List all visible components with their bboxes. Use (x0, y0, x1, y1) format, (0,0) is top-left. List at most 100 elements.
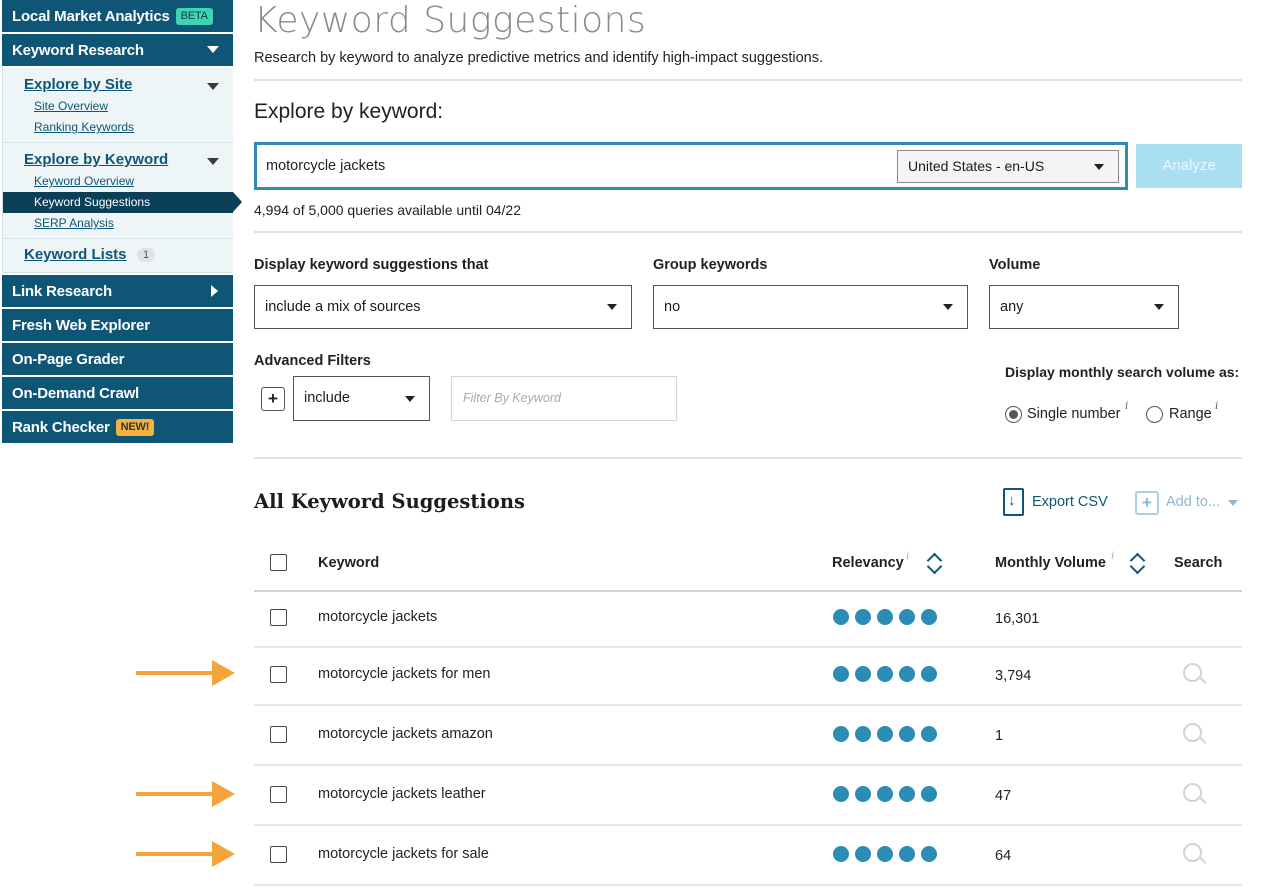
relevancy-dots (833, 666, 937, 682)
nav-label: On-Demand Crawl (12, 384, 140, 402)
table-row: motorcycle jackets leather 47 (254, 766, 1242, 826)
table-row: motorcycle jackets for sale 64 (254, 826, 1242, 886)
relevancy-dot (921, 666, 937, 682)
explore-by-keyword-link[interactable]: Explore by Keyword (3, 149, 168, 171)
nav-keyword-research[interactable]: Keyword Research (2, 34, 233, 66)
export-csv-icon[interactable] (1003, 488, 1024, 516)
export-csv-button[interactable]: Export CSV (1032, 494, 1108, 510)
search-icon[interactable] (1183, 723, 1207, 747)
volume-cell: 16,301 (995, 611, 1040, 627)
advanced-filters-label: Advanced Filters (254, 353, 371, 369)
volume-cell: 47 (995, 788, 1012, 804)
nav-fresh-web-explorer[interactable]: Fresh Web Explorer (2, 309, 233, 341)
explore-by-site-group: Explore by Site Site Overview Ranking Ke… (3, 68, 233, 143)
volume-label: Volume (989, 257, 1041, 273)
row-checkbox[interactable] (270, 786, 287, 803)
sort-relevancy-icon[interactable] (927, 552, 941, 574)
sidebar: Local Market Analytics BETA Keyword Rese… (2, 0, 242, 445)
group-keywords-label: Group keywords (653, 257, 768, 273)
highlight-arrow (136, 781, 235, 807)
info-icon[interactable]: i (906, 551, 909, 562)
keyword-lists-link[interactable]: Keyword Lists (3, 244, 127, 266)
keyword-suggestions-link[interactable]: Keyword Suggestions (3, 192, 242, 213)
add-icon[interactable]: + (1135, 491, 1159, 515)
nav-label: Link Research (12, 282, 112, 300)
keyword-cell: motorcycle jackets for men (318, 666, 491, 682)
new-badge: NEW! (115, 418, 155, 436)
add-filter-button[interactable]: + (261, 387, 285, 411)
relevancy-dot (899, 846, 915, 862)
nav-link-research[interactable]: Link Research (2, 275, 233, 307)
nav-on-demand-crawl[interactable]: On-Demand Crawl (2, 377, 233, 409)
add-to-button[interactable]: Add to... (1166, 494, 1220, 510)
relevancy-dot (877, 609, 893, 625)
nav-local-market-analytics[interactable]: Local Market Analytics BETA (2, 0, 233, 32)
info-icon[interactable]: i (1125, 401, 1128, 412)
keyword-cell: motorcycle jackets (318, 609, 438, 625)
keyword-input[interactable] (266, 158, 866, 174)
row-checkbox[interactable] (270, 846, 287, 863)
chevron-down-icon (1094, 164, 1104, 170)
row-checkbox[interactable] (270, 666, 287, 683)
search-icon[interactable] (1183, 843, 1207, 867)
locale-value: United States - en-US (908, 158, 1045, 174)
nav-on-page-grader[interactable]: On-Page Grader (2, 343, 233, 375)
group-keywords-select[interactable]: no (653, 285, 968, 329)
chevron-down-icon[interactable] (1228, 500, 1238, 506)
explore-by-site-link[interactable]: Explore by Site (3, 74, 132, 96)
search-icon[interactable] (1183, 783, 1207, 807)
chevron-right-icon (211, 285, 218, 297)
info-icon[interactable]: i (1215, 401, 1218, 412)
volume-select[interactable]: any (989, 285, 1179, 329)
column-header-relevancy[interactable]: Relevancy (832, 555, 904, 571)
relevancy-dot (855, 609, 871, 625)
volume-cell: 64 (995, 848, 1012, 864)
nav-label: On-Page Grader (12, 350, 125, 368)
search-icon[interactable] (1183, 663, 1207, 687)
row-checkbox[interactable] (270, 726, 287, 743)
select-all-checkbox[interactable] (270, 554, 287, 571)
all-keyword-suggestions-title: All Keyword Suggestions (254, 490, 525, 513)
chevron-down-icon (607, 304, 617, 310)
chevron-down-icon (405, 396, 415, 402)
relevancy-dot (921, 846, 937, 862)
single-number-radio[interactable] (1005, 406, 1022, 423)
highlight-arrow (136, 841, 235, 867)
column-header-monthly-volume[interactable]: Monthly Volume (995, 555, 1106, 571)
site-overview-link[interactable]: Site Overview (3, 96, 233, 117)
filter-by-keyword-input[interactable]: Filter By Keyword (451, 376, 677, 421)
table-row: motorcycle jackets amazon 1 (254, 706, 1242, 766)
relevancy-dot (899, 609, 915, 625)
locale-select[interactable]: United States - en-US (897, 150, 1119, 183)
row-checkbox[interactable] (270, 609, 287, 626)
relevancy-dots (833, 846, 937, 862)
display-suggestions-select[interactable]: include a mix of sources (254, 285, 632, 329)
info-icon[interactable]: i (1111, 551, 1114, 562)
ranking-keywords-link[interactable]: Ranking Keywords (3, 117, 233, 138)
table-row: motorcycle jackets for men 3,794 (254, 646, 1242, 706)
relevancy-dot (899, 786, 915, 802)
relevancy-dot (877, 726, 893, 742)
analyze-button[interactable]: Analyze (1136, 144, 1242, 188)
range-label: Range (1169, 406, 1212, 422)
nav-rank-checker[interactable]: Rank Checker NEW! (2, 411, 233, 443)
keyword-cell: motorcycle jackets leather (318, 786, 486, 802)
keyword-lists-group: Keyword Lists 1 (3, 239, 233, 273)
advanced-mode-select[interactable]: include (293, 376, 430, 421)
column-header-keyword: Keyword (318, 555, 380, 571)
page-subtitle: Research by keyword to analyze predictiv… (254, 50, 823, 66)
chevron-down-icon[interactable] (207, 158, 219, 165)
select-value: any (1000, 299, 1024, 315)
chevron-down-icon[interactable] (207, 83, 219, 90)
volume-cell: 3,794 (995, 668, 1032, 684)
beta-badge: BETA (175, 7, 213, 25)
range-radio[interactable] (1146, 406, 1163, 423)
nav-label: Fresh Web Explorer (12, 316, 150, 334)
relevancy-dots (833, 609, 937, 625)
serp-analysis-link[interactable]: SERP Analysis (3, 213, 233, 234)
select-value: include (304, 390, 350, 406)
sort-volume-icon[interactable] (1130, 552, 1144, 574)
display-suggestions-label: Display keyword suggestions that (254, 257, 489, 273)
keyword-overview-link[interactable]: Keyword Overview (3, 171, 233, 192)
relevancy-dot (855, 846, 871, 862)
